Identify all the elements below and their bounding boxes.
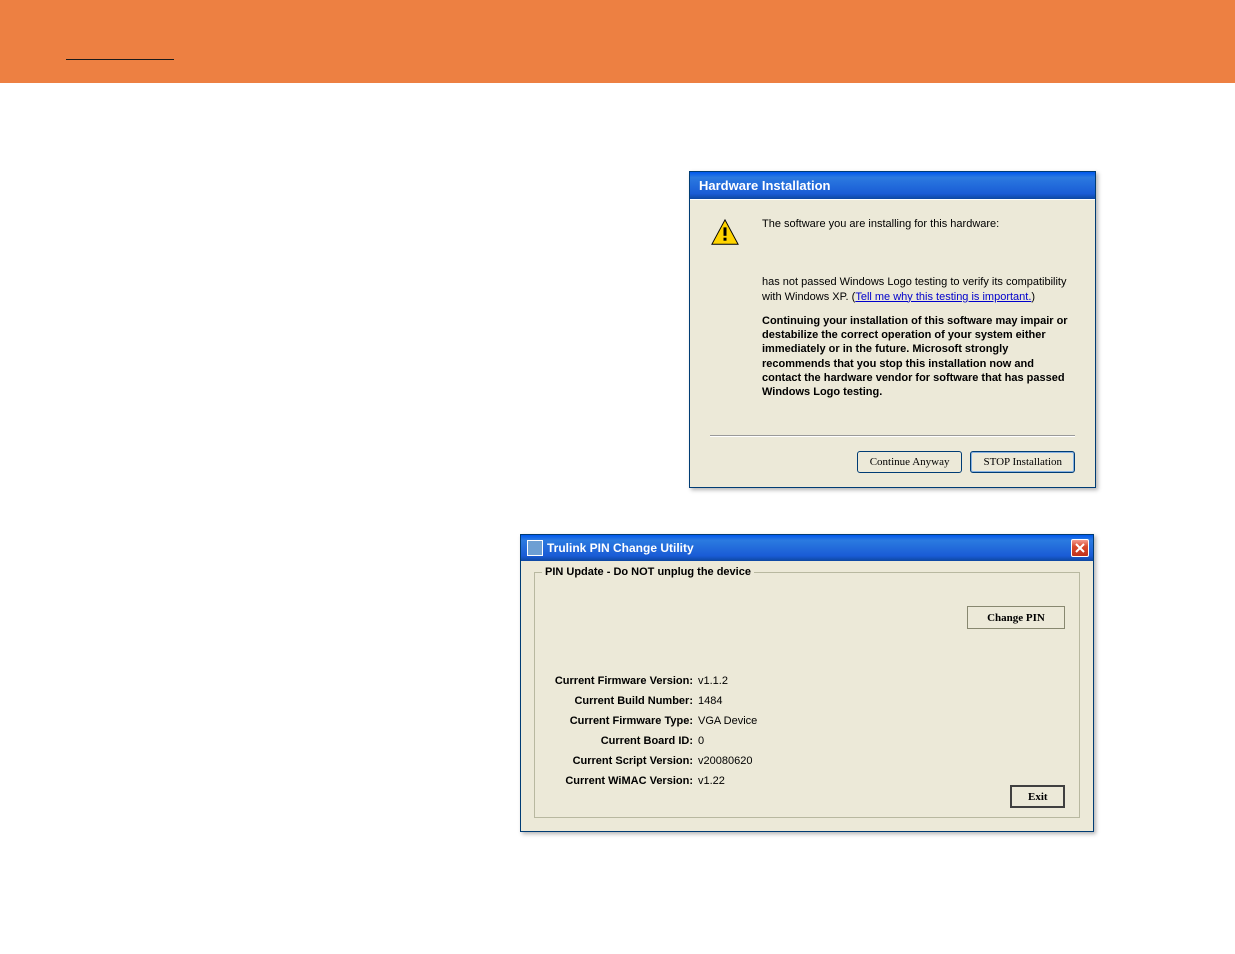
firmware-version-row: Current Firmware Version: v1.1.2 [546, 675, 757, 687]
fieldset-legend: PIN Update - Do NOT unplug the device [542, 566, 754, 578]
continue-anyway-button[interactable]: Continue Anyway [857, 451, 963, 473]
firmware-type-row: Current Firmware Type: VGA Device [546, 715, 757, 727]
build-number-value: 1484 [698, 695, 722, 707]
firmware-type-label: Current Firmware Type: [546, 715, 693, 727]
header-underline [66, 59, 174, 60]
script-version-value: v20080620 [698, 755, 752, 767]
build-number-row: Current Build Number: 1484 [546, 695, 757, 707]
build-number-label: Current Build Number: [546, 695, 693, 707]
firmware-type-value: VGA Device [698, 715, 757, 727]
app-icon [527, 540, 543, 556]
exit-button[interactable]: Exit [1010, 785, 1065, 808]
hardware-installation-dialog: Hardware Installation The software you a… [689, 171, 1096, 488]
wimac-version-row: Current WiMAC Version: v1.22 [546, 775, 757, 787]
close-icon [1075, 543, 1085, 553]
pin-dialog-body: PIN Update - Do NOT unplug the device Ch… [521, 561, 1093, 831]
dialog-titlebar[interactable]: Hardware Installation [690, 172, 1095, 199]
wimac-version-value: v1.22 [698, 775, 725, 787]
dialog-button-row: Continue Anyway STOP Installation [710, 451, 1075, 473]
board-id-row: Current Board ID: 0 [546, 735, 757, 747]
page-header [0, 0, 1235, 83]
warning-icon [710, 217, 740, 410]
logo-test-post: ) [1031, 291, 1035, 303]
device-info-grid: Current Firmware Version: v1.1.2 Current… [546, 675, 757, 795]
board-id-value: 0 [698, 735, 704, 747]
board-id-label: Current Board ID: [546, 735, 693, 747]
script-version-row: Current Script Version: v20080620 [546, 755, 757, 767]
logo-test-text: has not passed Windows Logo testing to v… [762, 275, 1075, 304]
pin-dialog-titlebar[interactable]: Trulink PIN Change Utility [521, 535, 1093, 561]
firmware-version-value: v1.1.2 [698, 675, 728, 687]
wimac-version-label: Current WiMAC Version: [546, 775, 693, 787]
change-pin-button[interactable]: Change PIN [967, 606, 1065, 629]
script-version-label: Current Script Version: [546, 755, 693, 767]
firmware-version-label: Current Firmware Version: [546, 675, 693, 687]
pin-dialog-title: Trulink PIN Change Utility [547, 541, 694, 555]
dialog-body: The software you are installing for this… [690, 199, 1095, 487]
dialog-separator [710, 435, 1075, 437]
pin-update-fieldset: PIN Update - Do NOT unplug the device Ch… [534, 572, 1080, 818]
stop-installation-button[interactable]: STOP Installation [970, 451, 1075, 473]
dialog-text: The software you are installing for this… [762, 217, 1075, 410]
testing-important-link[interactable]: Tell me why this testing is important. [855, 291, 1031, 303]
close-button[interactable] [1071, 539, 1089, 557]
pin-change-utility-dialog: Trulink PIN Change Utility PIN Update - … [520, 534, 1094, 832]
warning-text: Continuing your installation of this sof… [762, 314, 1075, 400]
intro-text: The software you are installing for this… [762, 217, 1075, 231]
dialog-title: Hardware Installation [699, 178, 830, 193]
